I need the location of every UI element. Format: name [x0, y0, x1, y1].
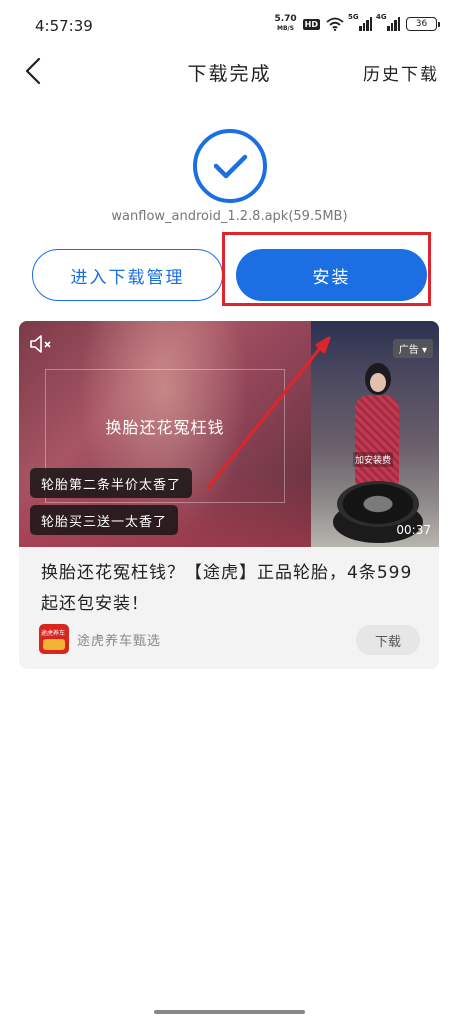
history-downloads-button[interactable]: 历史下载 [363, 60, 439, 85]
ad-download-label: 下载 [374, 634, 401, 650]
presenter-face [370, 373, 386, 392]
status-indicators: 5.70 MB/S HD 5G 4G 36 [274, 13, 440, 33]
ad-video-main: 换胎还花冤枉钱 轮胎第二条半价太香了 轮胎买三送一太香了 [19, 321, 311, 547]
ad-badge-label: 广告 [398, 345, 419, 356]
wifi-icon [326, 17, 344, 31]
battery-level: 36 [415, 19, 428, 29]
download-manager-button[interactable]: 进入下载管理 [32, 249, 223, 301]
home-indicator[interactable] [154, 1010, 305, 1014]
check-circle-icon [193, 129, 267, 203]
ad-download-button[interactable]: 下载 [356, 625, 420, 655]
ad-headline: 换胎还花冤枉钱 [105, 418, 225, 437]
hd-voice-badge: HD [302, 18, 320, 30]
signal-sim2-icon: 4G [376, 13, 400, 31]
signal-sim1-icon: 5G [348, 13, 372, 31]
network-speed-value: 5.70 [274, 14, 297, 24]
download-manager-label: 进入下载管理 [70, 267, 185, 288]
ad-card[interactable]: 换胎还花冤枉钱 轮胎第二条半价太香了 轮胎买三送一太香了 广告 ▾ 加安装费 0… [19, 321, 439, 669]
ad-tag-pill: 轮胎第二条半价太香了 [30, 468, 193, 498]
presenter-body [355, 395, 399, 485]
speaker-muted-icon[interactable] [29, 333, 55, 355]
status-time: 4:57:39 [35, 17, 93, 35]
ad-video[interactable]: 换胎还花冤枉钱 轮胎第二条半价太香了 轮胎买三送一太香了 广告 ▾ 加安装费 0… [19, 321, 439, 547]
ad-tag-pill: 轮胎买三送一太香了 [30, 505, 179, 535]
brand-logo: 途虎养车 [39, 624, 69, 654]
install-label: 安装 [312, 267, 351, 288]
video-duration: 00:37 [396, 523, 431, 537]
status-bar: 4:57:39 5.70 MB/S HD 5G 4G 36 [0, 0, 459, 48]
sim1-network-label: 5G [348, 13, 359, 21]
ad-video-thumbnail: 广告 ▾ 加安装费 00:37 [311, 321, 439, 547]
network-speed: 5.70 MB/S [274, 15, 296, 33]
network-speed-unit: MB/S [277, 25, 295, 32]
tire-image [337, 481, 419, 527]
sim2-network-label: 4G [376, 13, 387, 21]
brand-logo-text: 途虎养车 [41, 630, 66, 637]
chevron-down-icon: ▾ [421, 345, 427, 356]
battery-icon: 36 [406, 17, 440, 31]
nav-bar: 下载完成 历史下载 [0, 48, 459, 96]
file-name: wanflow_android_1.2.8.apk(59.5MB) [111, 209, 348, 224]
ad-description[interactable]: 换胎还花冤枉钱？【途虎】正品轮胎，4条599起还包安装！ [41, 558, 421, 620]
video-caption: 加安装费 [353, 452, 394, 467]
ad-badge: 广告 ▾ [392, 339, 433, 358]
install-button[interactable]: 安装 [236, 249, 427, 301]
car-icon [43, 639, 65, 650]
brand-name: 途虎养车甄选 [77, 634, 162, 649]
